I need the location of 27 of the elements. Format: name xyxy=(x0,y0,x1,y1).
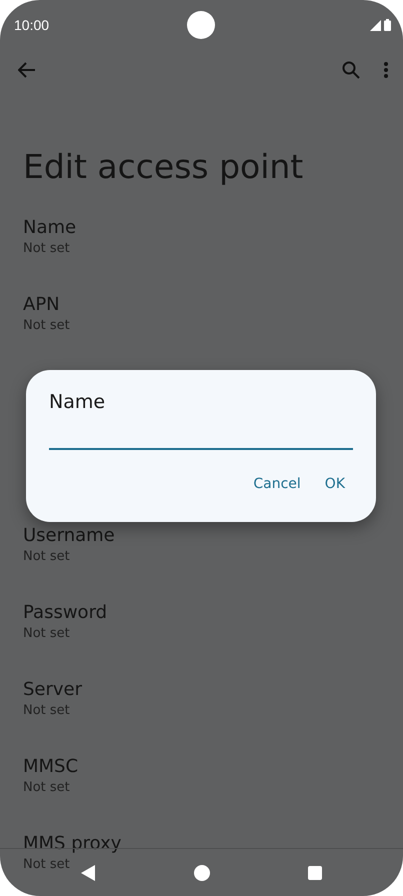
setting-value: Not set xyxy=(23,779,70,797)
setting-label[interactable]: APN xyxy=(23,293,60,317)
back-arrow-icon[interactable] xyxy=(18,62,36,78)
setting-label[interactable]: Password xyxy=(23,601,108,625)
dialog-title: Name xyxy=(49,390,106,414)
setting-label[interactable]: Server xyxy=(23,678,82,702)
page-title: Edit access point xyxy=(23,147,304,187)
ok-button[interactable]: OK xyxy=(316,472,353,496)
setting-value: Not set xyxy=(23,625,70,643)
battery-icon xyxy=(384,19,391,31)
back-icon[interactable] xyxy=(81,864,95,880)
setting-label[interactable]: Name xyxy=(23,216,76,240)
cancel-button[interactable]: Cancel xyxy=(245,472,309,496)
setting-value: Not set xyxy=(23,856,70,874)
home-icon[interactable] xyxy=(194,864,210,880)
status-time: 10:00 xyxy=(14,17,50,33)
setting-label[interactable]: Username xyxy=(23,524,115,548)
setting-label[interactable]: MMSC xyxy=(23,755,78,779)
search-icon[interactable] xyxy=(342,61,360,79)
signal-icon xyxy=(370,20,381,31)
setting-value: Not set xyxy=(23,702,70,720)
more-options-icon[interactable] xyxy=(384,62,388,78)
setting-value: Not set xyxy=(23,317,70,335)
setting-value: Not set xyxy=(23,548,70,566)
recents-icon[interactable] xyxy=(308,866,322,880)
camera-hole-icon xyxy=(187,11,215,39)
setting-value: Not set xyxy=(23,240,70,258)
